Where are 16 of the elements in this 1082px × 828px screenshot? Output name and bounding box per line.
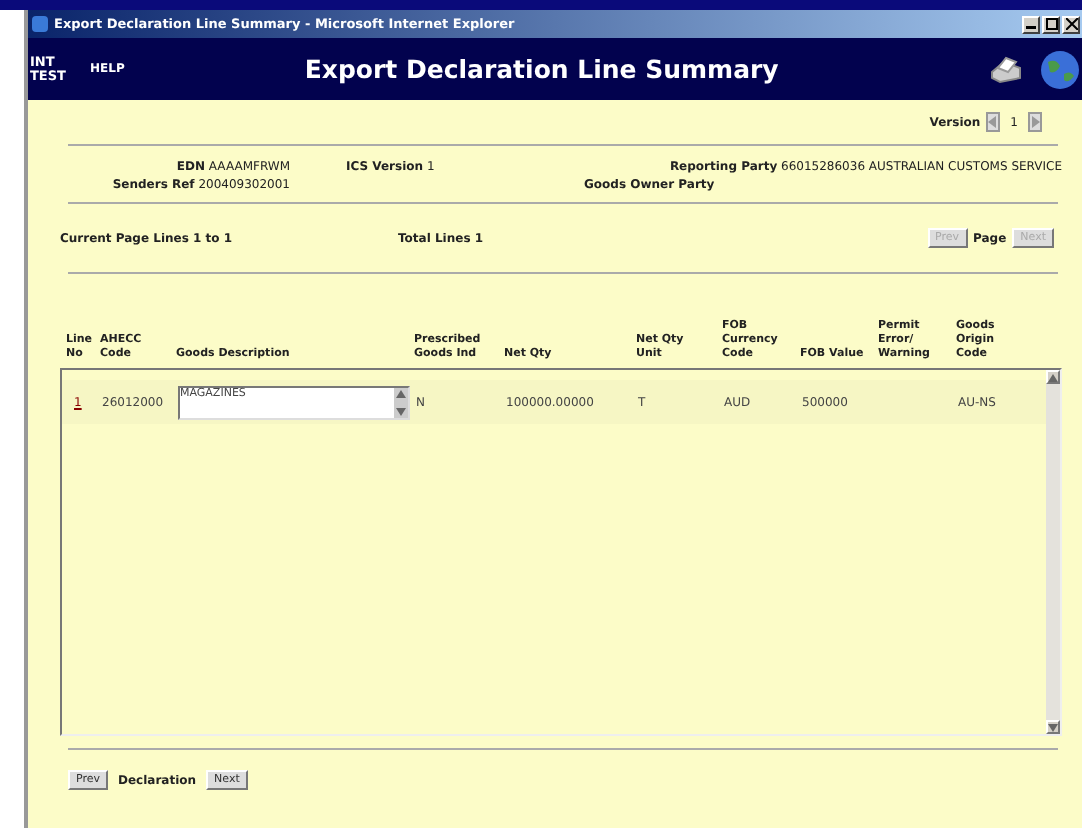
page-title: Export Declaration Line Summary <box>304 54 779 84</box>
scroll-down-icon[interactable] <box>1048 723 1058 731</box>
close-icon <box>1065 18 1077 30</box>
globe-icon[interactable] <box>1040 49 1080 89</box>
maximize-icon <box>1045 18 1057 30</box>
previous-version-button[interactable] <box>986 112 1001 132</box>
scroll-down-icon[interactable] <box>396 407 406 415</box>
scroll-up-icon[interactable] <box>396 389 406 397</box>
printer-icon[interactable] <box>988 55 1024 83</box>
close-button[interactable] <box>1062 15 1080 33</box>
minimize-button[interactable] <box>1022 15 1040 33</box>
scroll-up-icon[interactable] <box>1048 373 1058 381</box>
next-version-button[interactable] <box>1028 112 1042 132</box>
scrollbar[interactable] <box>1046 370 1060 734</box>
browser-icon <box>32 16 48 32</box>
maximize-button[interactable] <box>1042 15 1060 33</box>
